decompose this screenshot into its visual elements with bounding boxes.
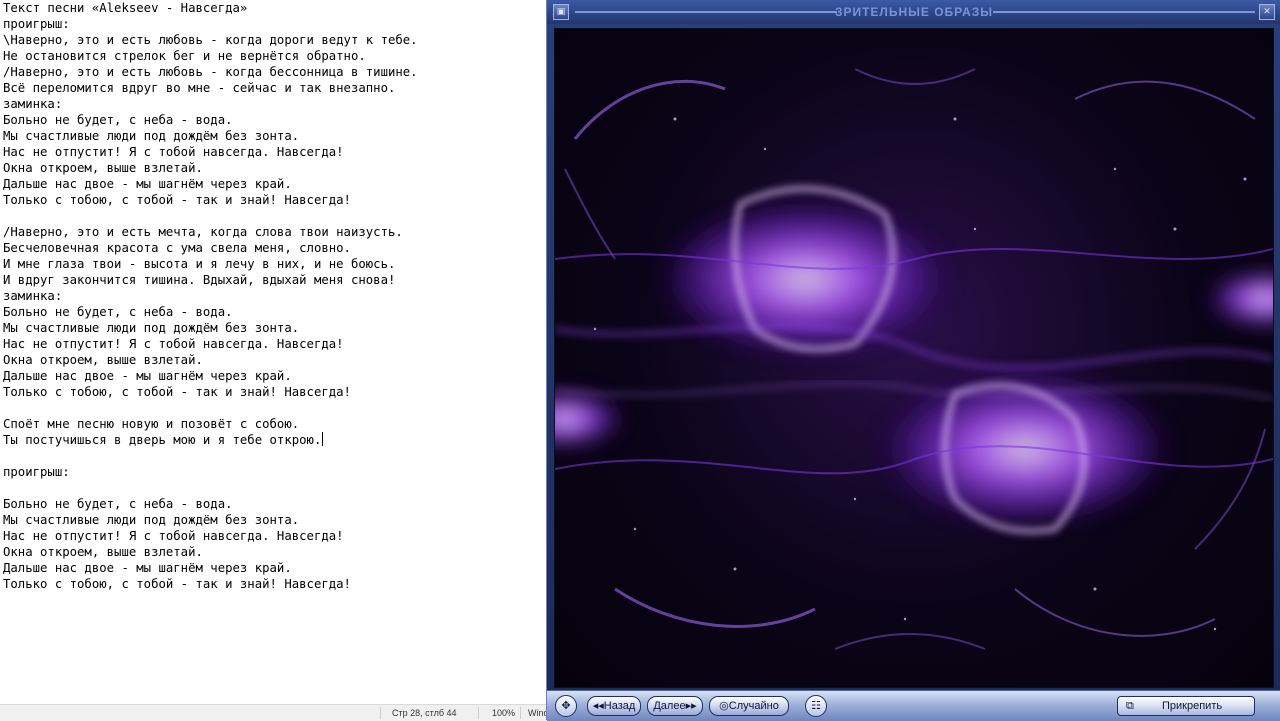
window-titlebar[interactable]: ▣ ЗРИТЕЛЬНЫЕ ОБРАЗЫ ✕ bbox=[547, 0, 1280, 24]
random-button[interactable]: ◎Случайно bbox=[709, 696, 789, 716]
random-button-label: Случайно bbox=[728, 700, 779, 712]
lyrics-text-area[interactable]: Текст песни «Alekseev - Навсегда» проигры… bbox=[3, 0, 543, 692]
status-separator bbox=[380, 707, 381, 719]
visualization-canvas bbox=[554, 28, 1274, 688]
editor-line: заминка: bbox=[3, 289, 63, 303]
editor-line: Мы счастливые люди под дождём без зонта. bbox=[3, 321, 300, 335]
editor-line: Только с тобою, с тобой - так и знай! На… bbox=[3, 385, 351, 399]
editor-line: Дальше нас двое - мы шагнём через край. bbox=[3, 369, 292, 383]
editor-line: Всё переломится вдруг во мне - сейчас и … bbox=[3, 81, 396, 95]
attach-icon: ⧉ bbox=[1126, 700, 1134, 712]
move-icon[interactable]: ✥ bbox=[555, 695, 577, 717]
editor-line: Ты постучишься в дверь мою и я тебе откр… bbox=[3, 432, 324, 447]
editor-line: Нас не отпустит! Я с тобой навсегда. Нав… bbox=[3, 529, 344, 543]
editor-line: Окна откроем, выше взлетай. bbox=[3, 545, 203, 559]
status-separator bbox=[520, 707, 521, 719]
editor-line: Дальше нас двое - мы шагнём через край. bbox=[3, 561, 292, 575]
options-icon[interactable]: ☷ bbox=[805, 695, 827, 717]
editor-line: Нас не отпустит! Я с тобой навсегда. Нав… bbox=[3, 145, 344, 159]
editor-line: Текст песни «Alekseev - Навсегда» bbox=[3, 1, 248, 15]
editor-line: Только с тобою, с тобой - так и знай! На… bbox=[3, 577, 351, 591]
title-decoration-right bbox=[993, 11, 1255, 13]
editor-line: Нас не отпустит! Я с тобой навсегда. Нав… bbox=[3, 337, 344, 351]
zoom-level: 100% bbox=[492, 708, 516, 718]
visualization-window[interactable]: ▣ ЗРИТЕЛЬНЫЕ ОБРАЗЫ ✕ ✥ ◂◂Назад Далее▸▸ … bbox=[546, 0, 1280, 721]
cursor-position: Стр 28, стлб 44 bbox=[392, 708, 457, 718]
editor-line: Мы счастливые люди под дождём без зонта. bbox=[3, 513, 300, 527]
plasma-visualization bbox=[555, 68, 1273, 650]
editor-line: /Наверно, это и есть мечта, когда слова … bbox=[3, 225, 403, 239]
editor-line: Больно не будет, с неба - вода. bbox=[3, 113, 233, 127]
editor-line: Бесчеловечная красота с ума свела меня, … bbox=[3, 241, 351, 255]
editor-line: Больно не будет, с неба - вода. bbox=[3, 497, 233, 511]
editor-line: /Наверно, это и есть любовь - когда бесс… bbox=[3, 65, 418, 79]
back-button[interactable]: ◂◂Назад bbox=[587, 696, 641, 716]
next-button[interactable]: Далее▸▸ bbox=[647, 696, 703, 716]
editor-line: проигрыш: bbox=[3, 17, 70, 31]
status-separator bbox=[478, 707, 479, 719]
editor-line: проигрыш: bbox=[3, 465, 70, 479]
editor-line: Не остановится стрелок бег и не вернётся… bbox=[3, 49, 366, 63]
editor-line: Споёт мне песню новую и позовёт с собою. bbox=[3, 417, 300, 431]
editor-line: Дальше нас двое - мы шагнём через край. bbox=[3, 177, 292, 191]
editor-line: Мы счастливые люди под дождём без зонта. bbox=[3, 129, 300, 143]
editor-line: \Наверно, это и есть любовь - когда доро… bbox=[3, 33, 418, 47]
next-button-label: Далее bbox=[653, 700, 686, 712]
editor-line: Только с тобою, с тобой - так и знай! На… bbox=[3, 193, 351, 207]
text-caret bbox=[322, 432, 324, 446]
attach-button[interactable]: ⧉ Прикрепить bbox=[1117, 696, 1255, 716]
editor-line: И мне глаза твои - высота и я лечу в них… bbox=[3, 257, 396, 271]
editor-line: Окна откроем, выше взлетай. bbox=[3, 161, 203, 175]
text-editor[interactable]: Текст песни «Alekseev - Навсегда» проигры… bbox=[0, 0, 549, 721]
editor-line: Больно не будет, с неба - вода. bbox=[3, 305, 233, 319]
attach-button-label: Прикрепить bbox=[1162, 700, 1223, 712]
status-bar: Стр 28, стлб 44 100% Wind bbox=[0, 704, 549, 721]
editor-line: заминка: bbox=[3, 97, 63, 111]
editor-line: И вдруг закончится тишина. Вдыхай, вдыха… bbox=[3, 273, 396, 287]
editor-line: Окна откроем, выше взлетай. bbox=[3, 353, 203, 367]
visualization-controls: ✥ ◂◂Назад Далее▸▸ ◎Случайно ☷ ⧉ Прикрепи… bbox=[547, 690, 1280, 721]
close-icon[interactable]: ✕ bbox=[1259, 4, 1275, 20]
back-button-label: Назад bbox=[603, 700, 636, 712]
